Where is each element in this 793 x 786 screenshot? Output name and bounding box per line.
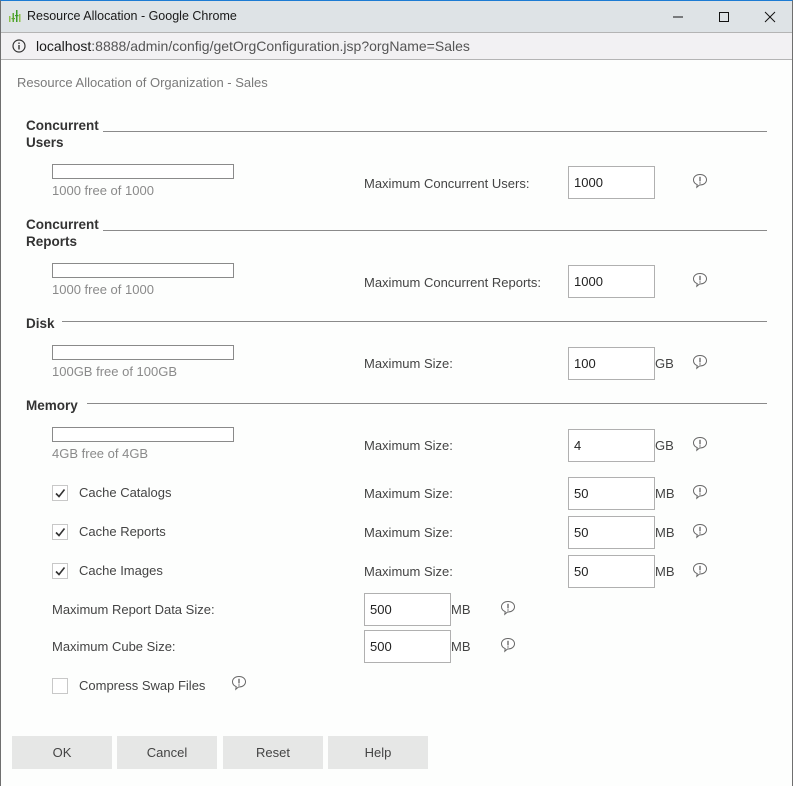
hint-icon[interactable] [692, 173, 708, 189]
max-concurrent-reports-input[interactable] [568, 265, 655, 298]
max-cube-unit: MB [451, 639, 471, 654]
title-bar: Resource Allocation - Google Chrome [1, 1, 792, 32]
disk-usage-text: 100GB free of 100GB [52, 364, 178, 379]
disk-max-size-label: Maximum Size: [364, 356, 453, 371]
hint-icon[interactable] [692, 523, 708, 539]
cache-images-size-input[interactable] [568, 555, 655, 588]
section-title-line1: Concurrent [26, 217, 99, 232]
cache-images-label: Cache Images [79, 563, 163, 578]
window-title: Resource Allocation - Google Chrome [27, 9, 237, 23]
memory-unit: GB [655, 438, 674, 453]
checkmark-icon [55, 528, 66, 537]
hint-icon[interactable] [500, 600, 516, 616]
close-button[interactable] [747, 1, 793, 32]
max-concurrent-users-label: Maximum Concurrent Users: [364, 176, 530, 191]
concurrent-users-usage-text: 1000 free of 1000 [52, 183, 154, 198]
address-bar[interactable]: localhost:8888/admin/config/getOrgConfig… [1, 32, 792, 60]
url-text[interactable]: localhost:8888/admin/config/getOrgConfig… [36, 38, 470, 54]
memory-usage-text: 4GB free of 4GB [52, 446, 149, 461]
section-title-line2: Users [26, 135, 64, 150]
memory-max-size-label: Maximum Size: [364, 438, 453, 453]
cache-catalogs-label: Cache Catalogs [79, 485, 172, 500]
max-cube-size-label: Maximum Cube Size: [52, 639, 176, 654]
section-title-line2: Reports [26, 234, 78, 249]
section-divider [62, 321, 767, 322]
max-cube-size-input[interactable] [364, 630, 451, 663]
maximize-button[interactable] [701, 1, 747, 32]
help-button[interactable]: Help [328, 736, 428, 769]
hint-icon[interactable] [500, 637, 516, 653]
section-title-line1: Concurrent [26, 118, 99, 133]
checkmark-icon [55, 489, 66, 498]
compress-swap-files-label: Compress Swap Files [79, 678, 206, 693]
disk-max-size-input[interactable] [568, 347, 655, 380]
concurrent-reports-usage-bar [52, 263, 234, 278]
section-divider [103, 230, 767, 231]
minimize-icon [673, 16, 683, 17]
cache-reports-size-input[interactable] [568, 516, 655, 549]
max-report-data-size-label: Maximum Report Data Size: [52, 602, 215, 617]
maximize-icon [719, 11, 729, 22]
url-path: :8888/admin/config/getOrgConfiguration.j… [91, 38, 470, 54]
cache-catalogs-unit: MB [655, 486, 675, 501]
memory-max-size-input[interactable] [568, 429, 655, 462]
memory-usage-bar [52, 427, 234, 442]
reset-button[interactable]: Reset [223, 736, 323, 769]
max-concurrent-reports-label: Maximum Concurrent Reports: [364, 275, 541, 290]
hint-icon[interactable] [692, 562, 708, 578]
cache-reports-unit: MB [655, 525, 675, 540]
minimize-button[interactable] [655, 1, 701, 32]
hint-icon[interactable] [692, 354, 708, 370]
cache-catalogs-checkbox[interactable] [52, 485, 68, 501]
disk-unit: GB [655, 356, 674, 371]
disk-usage-bar [52, 345, 234, 360]
dialog-content: Resource Allocation of Organization - Sa… [1, 61, 792, 786]
concurrent-reports-usage-text: 1000 free of 1000 [52, 282, 154, 297]
cache-reports-checkbox[interactable] [52, 524, 68, 540]
hint-icon[interactable] [692, 272, 708, 288]
concurrent-users-usage-bar [52, 164, 234, 179]
app-icon [9, 10, 21, 22]
cache-catalogs-size-input[interactable] [568, 477, 655, 510]
cache-images-unit: MB [655, 564, 675, 579]
hint-icon[interactable] [231, 675, 247, 691]
section-divider [87, 403, 767, 404]
close-icon [764, 11, 776, 22]
section-title-disk: Disk [26, 316, 55, 331]
cache-images-size-label: Maximum Size: [364, 564, 453, 579]
cache-images-checkbox[interactable] [52, 563, 68, 579]
section-divider [103, 131, 767, 132]
page-heading: Resource Allocation of Organization - Sa… [17, 75, 268, 90]
hint-icon[interactable] [692, 484, 708, 500]
cancel-button[interactable]: Cancel [117, 736, 217, 769]
max-concurrent-users-input[interactable] [568, 166, 655, 199]
checkmark-icon [55, 567, 66, 576]
max-report-data-unit: MB [451, 602, 471, 617]
section-title-concurrent-users: Concurrent Users [26, 117, 99, 151]
section-title-memory: Memory [26, 398, 78, 413]
compress-swap-files-checkbox[interactable] [52, 678, 68, 694]
info-circle-icon[interactable] [12, 39, 26, 53]
section-title-concurrent-reports: Concurrent Reports [26, 216, 99, 250]
browser-window: Resource Allocation - Google Chrome loca… [0, 0, 793, 786]
max-report-data-size-input[interactable] [364, 593, 451, 626]
url-host: localhost [36, 38, 92, 54]
ok-button[interactable]: OK [12, 736, 112, 769]
cache-reports-size-label: Maximum Size: [364, 525, 453, 540]
cache-reports-label: Cache Reports [79, 524, 166, 539]
cache-catalogs-size-label: Maximum Size: [364, 486, 453, 501]
hint-icon[interactable] [692, 436, 708, 452]
